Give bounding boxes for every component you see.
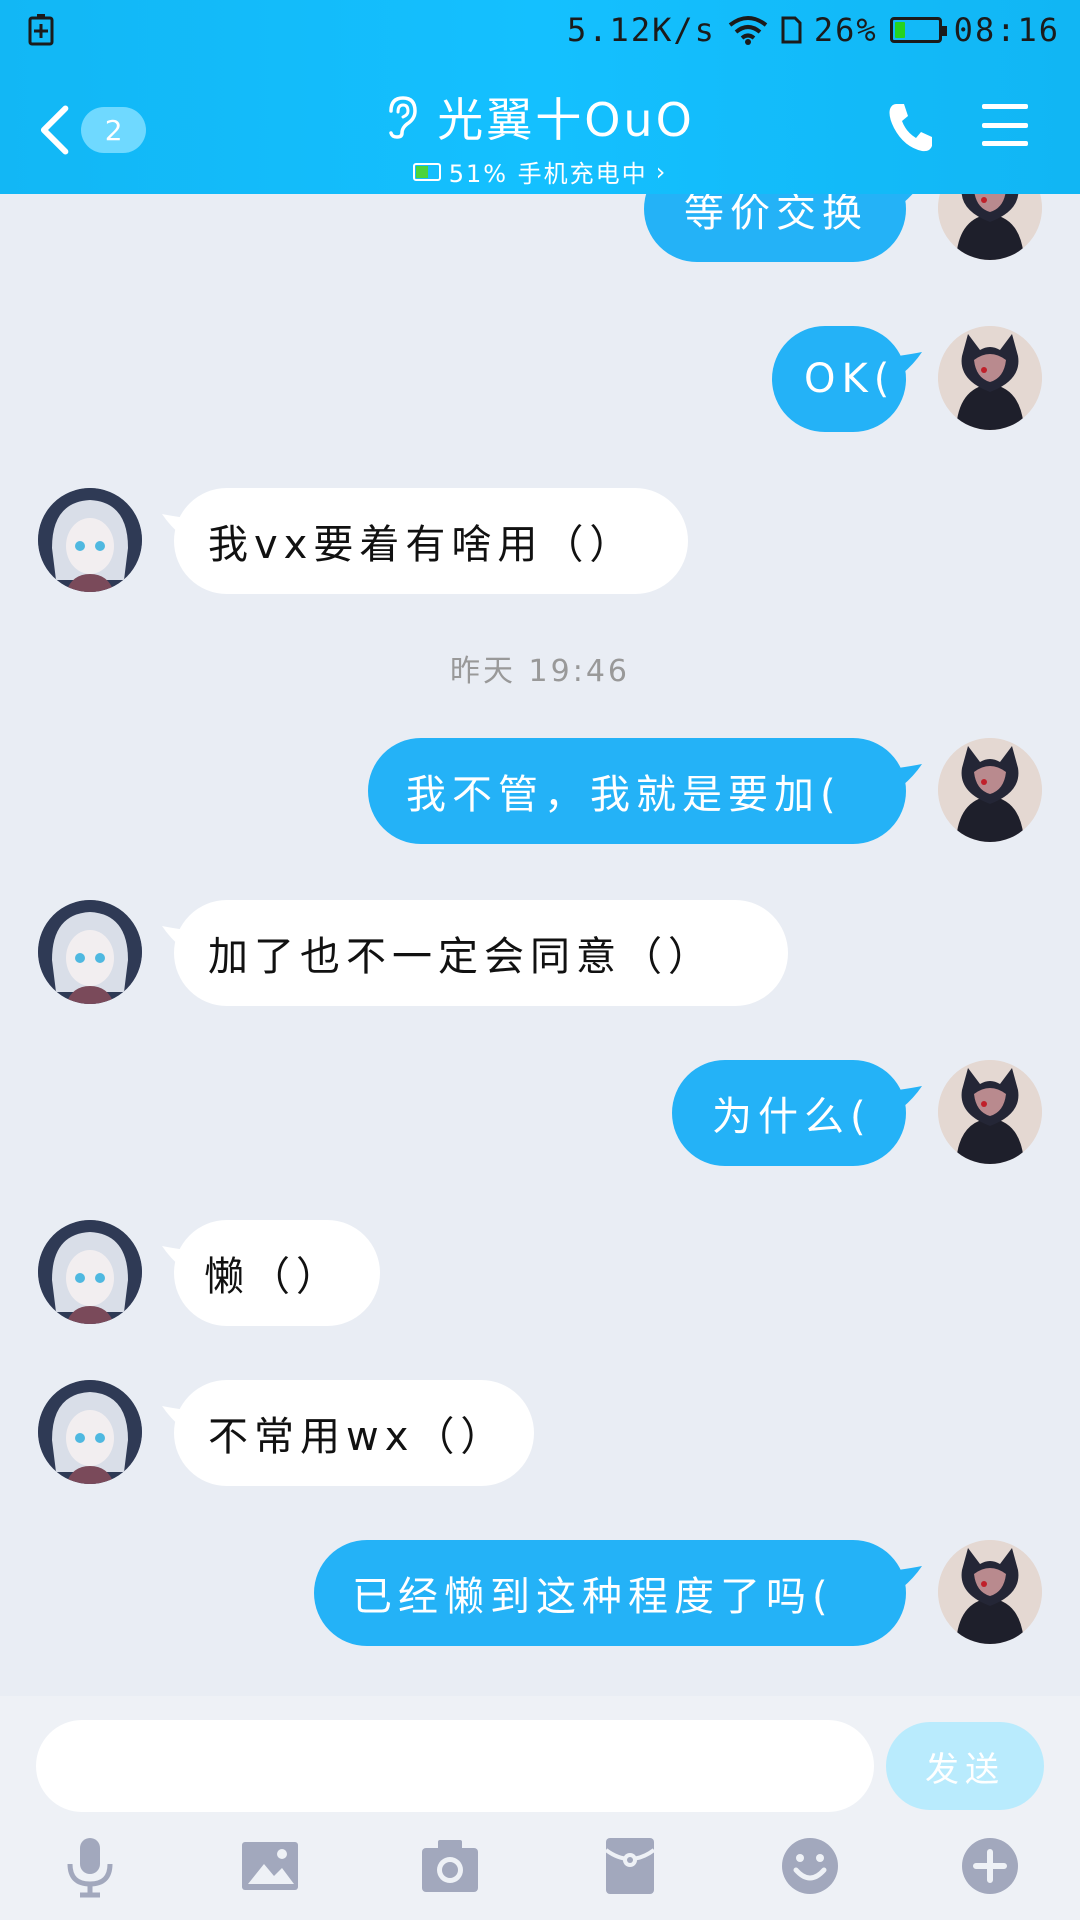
contact-avatar[interactable] <box>38 1380 142 1484</box>
clock: 08:16 <box>953 11 1060 49</box>
bubble-tail <box>898 1086 922 1108</box>
message-list[interactable]: 等价交换 OK( 我vx要着有啥用（） 昨天 19:46 我不管，我就是要加( … <box>0 194 1080 1696</box>
bubble-tail <box>162 1406 186 1428</box>
self-avatar[interactable] <box>938 1540 1042 1644</box>
emoji-icon[interactable] <box>778 1834 842 1898</box>
chat-header: 5.12K/s 26% 08:16 2 光翼十OuO 51% 手机充电中 › <box>0 0 1080 194</box>
chevron-left-icon <box>40 105 69 155</box>
red-packet-icon[interactable] <box>598 1834 662 1898</box>
sim-icon <box>781 16 802 44</box>
back-button[interactable]: 2 <box>36 100 146 160</box>
net-speed: 5.12K/s <box>567 11 716 49</box>
bubble-tail <box>162 514 186 536</box>
send-button[interactable]: 发送 <box>886 1722 1044 1810</box>
bubble-tail <box>898 764 922 786</box>
self-avatar[interactable] <box>938 738 1042 842</box>
battery-saver-icon <box>28 14 54 46</box>
contact-battery-icon <box>412 162 441 181</box>
message-bubble[interactable]: 等价交换 <box>644 194 906 262</box>
contact-avatar[interactable] <box>38 900 142 1004</box>
contact-status: 51% 手机充电中 <box>448 160 648 188</box>
self-avatar[interactable] <box>938 1060 1042 1164</box>
ear-icon <box>389 96 417 139</box>
timestamp: 昨天 19:46 <box>450 654 630 689</box>
message-input[interactable] <box>36 1720 874 1812</box>
bubble-tail <box>899 194 913 204</box>
battery-icon <box>889 17 947 43</box>
status-bar: 5.12K/s 26% 08:16 <box>0 0 1080 60</box>
self-avatar[interactable] <box>938 194 1042 260</box>
phone-icon[interactable] <box>886 100 934 154</box>
menu-line <box>982 122 1028 128</box>
chevron-right-icon: › <box>655 157 668 186</box>
input-area: 发送 <box>0 1696 1080 1920</box>
camera-icon[interactable] <box>418 1834 482 1898</box>
message-bubble[interactable]: OK( <box>772 326 906 432</box>
message-bubble[interactable]: 为什么( <box>672 1060 906 1166</box>
contact-name: 光翼十OuO <box>437 93 695 147</box>
contact-avatar[interactable] <box>38 488 142 592</box>
plus-icon[interactable] <box>958 1834 1022 1898</box>
message-bubble[interactable]: 我vx要着有啥用（） <box>174 488 688 594</box>
microphone-icon[interactable] <box>58 1834 122 1898</box>
contact-title[interactable]: 光翼十OuO 51% 手机充电中 › <box>290 84 790 189</box>
unread-badge: 2 <box>81 107 146 153</box>
image-icon[interactable] <box>238 1834 302 1898</box>
bubble-tail <box>898 352 922 374</box>
self-avatar[interactable] <box>938 326 1042 430</box>
message-bubble[interactable]: 已经懒到这种程度了吗( <box>314 1540 906 1646</box>
menu-line <box>982 104 1028 109</box>
menu-button[interactable] <box>982 104 1028 146</box>
message-bubble[interactable]: 加了也不一定会同意（） <box>174 900 788 1006</box>
contact-avatar[interactable] <box>38 1220 142 1324</box>
bubble-tail <box>162 926 186 948</box>
wifi-icon <box>728 16 768 45</box>
input-toolbar <box>0 1826 1080 1906</box>
message-bubble[interactable]: 我不管，我就是要加( <box>368 738 906 844</box>
battery-percent: 26% <box>813 11 878 49</box>
message-bubble[interactable]: 不常用wx（） <box>174 1380 534 1486</box>
bubble-tail <box>162 1246 186 1268</box>
bubble-tail <box>898 1566 922 1588</box>
menu-line <box>982 141 1028 146</box>
message-bubble[interactable]: 懒（） <box>174 1220 380 1326</box>
